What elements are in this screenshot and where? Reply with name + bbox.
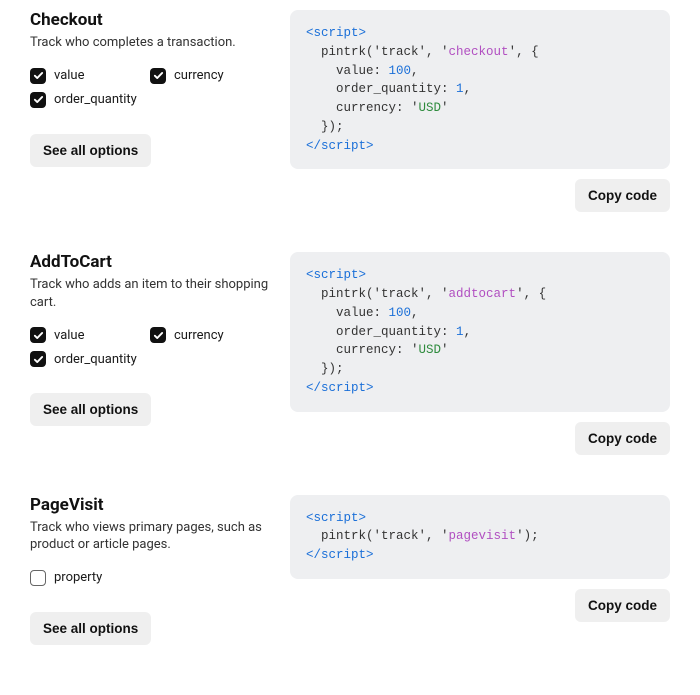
code-close-tag: </script> — [306, 139, 374, 153]
event-title: PageVisit — [30, 495, 270, 515]
checkbox-unchecked-icon[interactable] — [30, 570, 46, 586]
code-snippet: <script> pintrk('track', 'checkout', { v… — [290, 10, 670, 169]
checkbox-checked-icon[interactable] — [30, 92, 46, 108]
event-title: AddToCart — [30, 252, 270, 272]
option-item[interactable]: property — [30, 570, 150, 586]
see-all-options-button[interactable]: See all options — [30, 134, 151, 167]
option-label: order_quantity — [54, 352, 137, 367]
copy-code-button[interactable]: Copy code — [575, 589, 670, 622]
code-token: 100 — [389, 64, 412, 78]
code-snippet: <script> pintrk('track', 'pagevisit'); <… — [290, 495, 670, 579]
option-label: property — [54, 570, 102, 585]
copy-code-button[interactable]: Copy code — [575, 179, 670, 212]
checkbox-checked-icon[interactable] — [150, 68, 166, 84]
event-description: Track who completes a transaction. — [30, 34, 270, 52]
option-label: value — [54, 68, 85, 83]
checkbox-checked-icon[interactable] — [30, 351, 46, 367]
event-left-column: PageVisit Track who views primary pages, … — [30, 495, 270, 645]
code-token: checkout — [449, 45, 509, 59]
event-description: Track who views primary pages, such as p… — [30, 519, 270, 554]
code-open-tag: <script> — [306, 511, 366, 525]
code-snippet: <script> pintrk('track', 'addtocart', { … — [290, 252, 670, 411]
checkbox-checked-icon[interactable] — [30, 327, 46, 343]
event-title: Checkout — [30, 10, 270, 30]
event-right-column: <script> pintrk('track', 'addtocart', { … — [290, 252, 670, 454]
checkbox-checked-icon[interactable] — [150, 327, 166, 343]
copy-row: Copy code — [290, 589, 670, 622]
event-block: AddToCart Track who adds an item to their… — [30, 252, 670, 454]
event-left-column: AddToCart Track who adds an item to their… — [30, 252, 270, 454]
option-item[interactable]: value — [30, 68, 150, 84]
see-all-options-button[interactable]: See all options — [30, 393, 151, 426]
code-open-tag: <script> — [306, 268, 366, 282]
option-item[interactable]: value — [30, 327, 150, 343]
option-label: currency — [174, 68, 224, 83]
code-token: 1 — [456, 325, 464, 339]
code-token: addtocart — [449, 287, 517, 301]
option-item[interactable]: currency — [150, 327, 270, 343]
copy-row: Copy code — [290, 179, 670, 212]
code-token: 100 — [389, 306, 412, 320]
options-grid: value currency order_quantity — [30, 68, 270, 116]
see-all-options-button[interactable]: See all options — [30, 612, 151, 645]
options-grid: property — [30, 570, 270, 594]
code-open-tag: <script> — [306, 26, 366, 40]
code-close-tag: </script> — [306, 548, 374, 562]
code-token: 1 — [456, 82, 464, 96]
code-token: USD — [419, 343, 442, 357]
event-description: Track who adds an item to their shopping… — [30, 276, 270, 311]
code-close-tag: </script> — [306, 381, 374, 395]
event-block: PageVisit Track who views primary pages, … — [30, 495, 670, 645]
code-token: pagevisit — [449, 529, 517, 543]
event-right-column: <script> pintrk('track', 'checkout', { v… — [290, 10, 670, 212]
option-item[interactable]: currency — [150, 68, 270, 84]
options-grid: value currency order_quantity — [30, 327, 270, 375]
option-item[interactable]: order_quantity — [30, 351, 150, 367]
option-label: value — [54, 328, 85, 343]
option-item[interactable]: order_quantity — [30, 92, 150, 108]
copy-code-button[interactable]: Copy code — [575, 422, 670, 455]
code-token: USD — [419, 101, 442, 115]
event-left-column: Checkout Track who completes a transactio… — [30, 10, 270, 212]
event-right-column: <script> pintrk('track', 'pagevisit'); <… — [290, 495, 670, 645]
checkbox-checked-icon[interactable] — [30, 68, 46, 84]
option-label: order_quantity — [54, 92, 137, 107]
option-label: currency — [174, 328, 224, 343]
event-block: Checkout Track who completes a transactio… — [30, 10, 670, 212]
copy-row: Copy code — [290, 422, 670, 455]
